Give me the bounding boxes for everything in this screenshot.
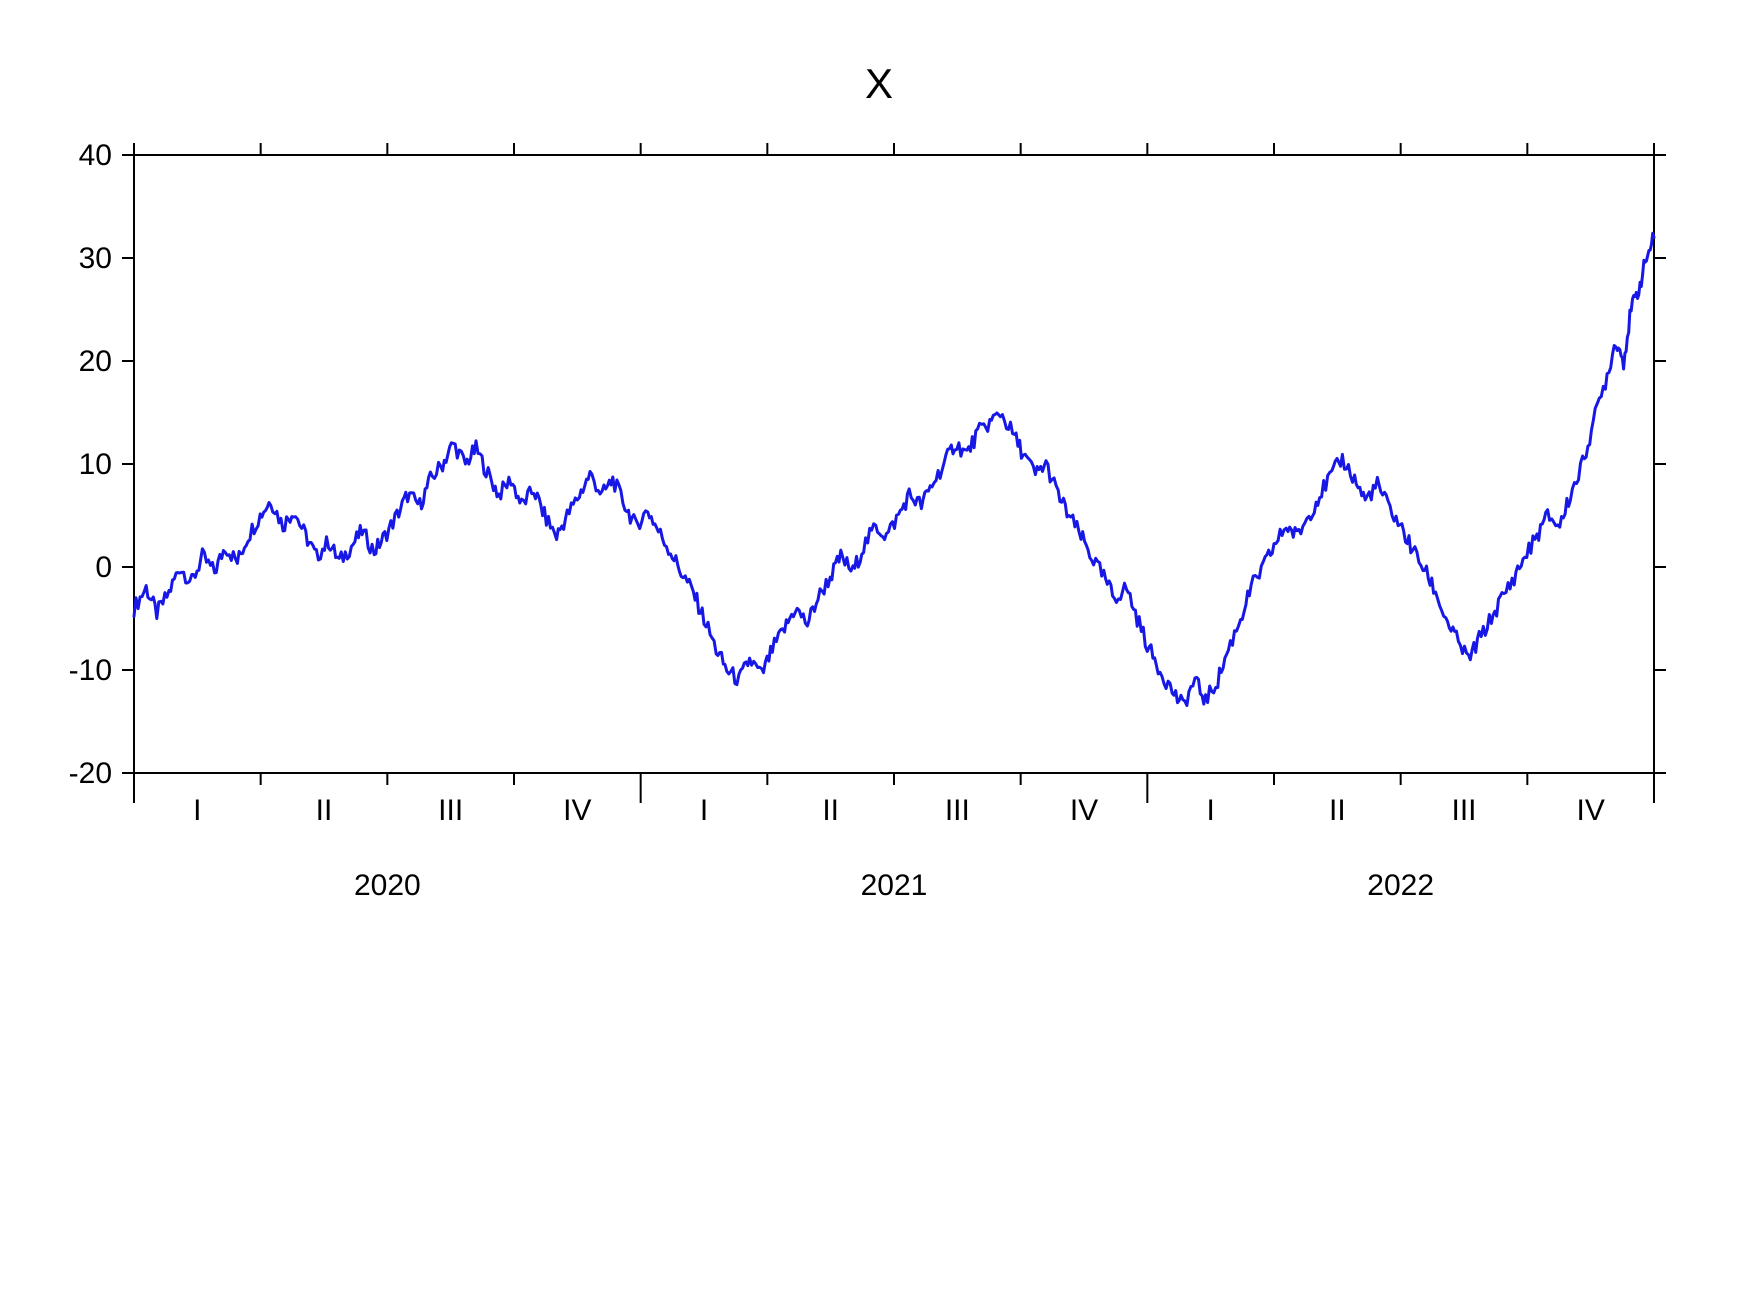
x-quarter-label: III (438, 794, 463, 827)
y-tick-label: 40 (79, 139, 112, 172)
x-quarter-label: IV (563, 794, 591, 827)
y-tick-label: 30 (79, 242, 112, 275)
y-tick-label: 0 (95, 551, 112, 584)
x-quarter-label: I (1206, 794, 1214, 827)
plot-frame (134, 155, 1654, 773)
x-quarter-label: III (945, 794, 970, 827)
x-quarter-label: IV (1070, 794, 1098, 827)
x-quarter-label: I (700, 794, 708, 827)
x-quarter-label: II (822, 794, 839, 827)
y-tick-label: -20 (69, 757, 112, 790)
series-line (134, 233, 1654, 705)
y-tick-label: -10 (69, 654, 112, 687)
x-quarter-label: II (1329, 794, 1346, 827)
x-quarter-label: IV (1576, 794, 1604, 827)
y-tick-label: 20 (79, 345, 112, 378)
chart-container: { "title": "X", "chart_data": { "type": … (0, 0, 1758, 1299)
x-quarter-label: III (1451, 794, 1476, 827)
chart-svg: -20-10010203040IIIIIIIVIIIIIIIVIIIIIIIV2… (0, 0, 1758, 1299)
x-year-label: 2020 (354, 869, 421, 902)
y-tick-label: 10 (79, 448, 112, 481)
x-year-label: 2021 (861, 869, 928, 902)
x-quarter-label: I (193, 794, 201, 827)
x-year-label: 2022 (1367, 869, 1434, 902)
x-quarter-label: II (316, 794, 333, 827)
